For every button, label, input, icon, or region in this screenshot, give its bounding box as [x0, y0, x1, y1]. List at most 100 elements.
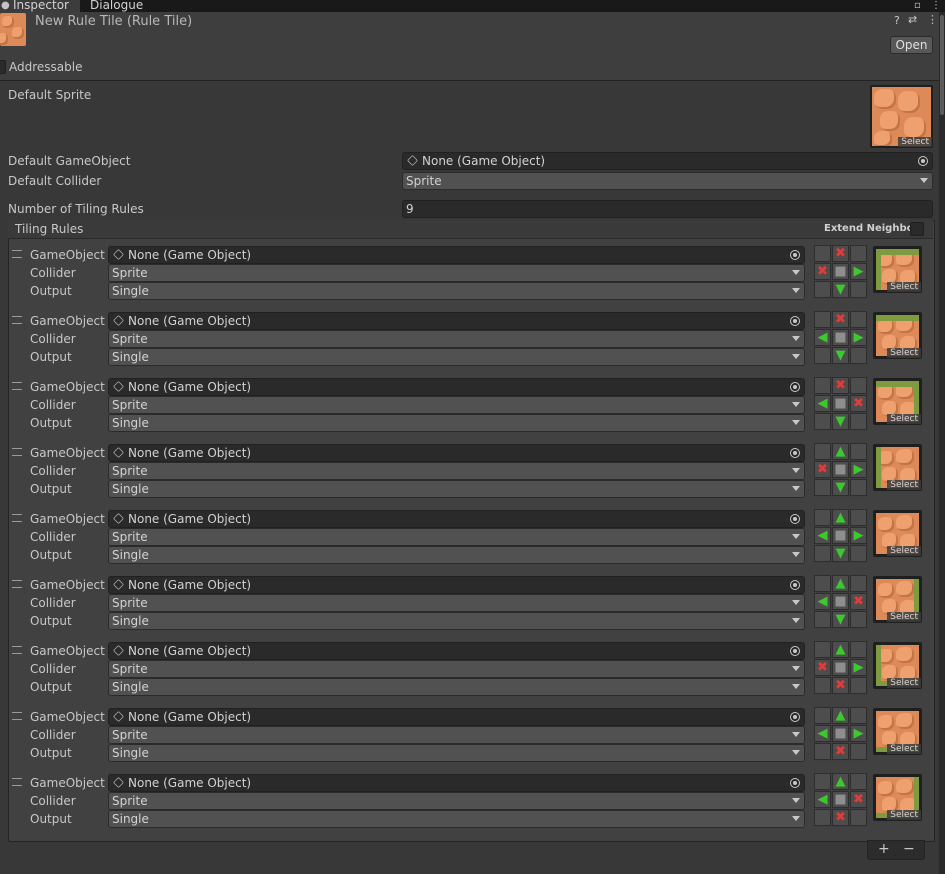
object-picker-icon[interactable]: [790, 712, 800, 722]
rule-sprite-select[interactable]: Select: [887, 810, 921, 820]
rule-gameobject-field[interactable]: None (Game Object): [108, 708, 805, 726]
rule-sprite-field[interactable]: Select: [873, 576, 922, 623]
neighbor-cell-empty[interactable]: [850, 479, 867, 496]
rule-sprite-field[interactable]: Select: [873, 708, 922, 755]
remove-rule-button[interactable]: −: [903, 841, 915, 857]
not-this-icon[interactable]: ✖: [814, 659, 831, 676]
rule-output-dropdown[interactable]: Single: [108, 810, 805, 828]
neighbor-cell-empty[interactable]: [814, 641, 831, 658]
not-this-icon[interactable]: ✖: [832, 677, 849, 694]
object-picker-icon[interactable]: [790, 514, 800, 524]
neighbor-cell-empty[interactable]: [850, 311, 867, 328]
object-picker-icon[interactable]: [790, 646, 800, 656]
rule-output-dropdown[interactable]: Single: [108, 612, 805, 630]
arrow-up-icon[interactable]: ▲: [832, 443, 849, 460]
rule-neighbor-grid[interactable]: ✖ ◀ ■ ▶ ▼: [814, 311, 868, 365]
object-picker-icon[interactable]: [790, 448, 800, 458]
rule-output-dropdown[interactable]: Single: [108, 678, 805, 696]
neighbor-cell-empty[interactable]: [814, 545, 831, 562]
default-gameobject-field[interactable]: None (Game Object): [402, 152, 933, 170]
neighbor-cell-empty[interactable]: [850, 611, 867, 628]
rule-sprite-field[interactable]: Select: [873, 246, 922, 293]
rule-neighbor-grid[interactable]: ▲ ✖ ■ ▶ ▼: [814, 443, 868, 497]
neighbor-cell-empty[interactable]: [850, 443, 867, 460]
neighbor-cell-empty[interactable]: [850, 809, 867, 826]
rule-sprite-select[interactable]: Select: [887, 612, 921, 622]
rule-drag-handle[interactable]: [12, 778, 22, 786]
neighbor-cell-empty[interactable]: [850, 545, 867, 562]
open-button[interactable]: Open: [890, 36, 933, 54]
arrow-right-icon[interactable]: ▶: [850, 725, 867, 742]
neighbor-cell-empty[interactable]: [814, 479, 831, 496]
arrow-up-icon[interactable]: ▲: [832, 707, 849, 724]
rule-gameobject-field[interactable]: None (Game Object): [108, 576, 805, 594]
rule-gameobject-field[interactable]: None (Game Object): [108, 378, 805, 396]
add-rule-button[interactable]: +: [878, 841, 890, 857]
neighbor-cell-empty[interactable]: [850, 377, 867, 394]
arrow-left-icon[interactable]: ◀: [814, 791, 831, 808]
neighbor-cell-empty[interactable]: [814, 281, 831, 298]
rule-sprite-select[interactable]: Select: [887, 678, 921, 688]
arrow-down-icon[interactable]: ▼: [832, 281, 849, 298]
rule-drag-handle[interactable]: [12, 316, 22, 324]
arrow-right-icon[interactable]: ▶: [850, 527, 867, 544]
not-this-icon[interactable]: ✖: [814, 461, 831, 478]
default-collider-dropdown[interactable]: Sprite: [402, 172, 933, 190]
neighbor-cell-empty[interactable]: [814, 509, 831, 526]
neighbor-cell-empty[interactable]: [814, 743, 831, 760]
arrow-down-icon[interactable]: ▼: [832, 347, 849, 364]
rule-output-dropdown[interactable]: Single: [108, 282, 805, 300]
rule-neighbor-grid[interactable]: ▲ ✖ ■ ▶ ✖: [814, 641, 868, 695]
rule-gameobject-field[interactable]: None (Game Object): [108, 642, 805, 660]
arrow-up-icon[interactable]: ▲: [832, 773, 849, 790]
rule-output-dropdown[interactable]: Single: [108, 480, 805, 498]
neighbor-cell-empty[interactable]: [814, 311, 831, 328]
rule-collider-dropdown[interactable]: Sprite: [108, 792, 805, 810]
neighbor-cell-empty[interactable]: [814, 677, 831, 694]
rule-neighbor-grid[interactable]: ✖ ◀ ■ ✖ ▼: [814, 377, 868, 431]
arrow-left-icon[interactable]: ◀: [814, 593, 831, 610]
presets-icon[interactable]: ⇄: [908, 13, 917, 26]
neighbor-cell-empty[interactable]: [814, 377, 831, 394]
rule-output-dropdown[interactable]: Single: [108, 348, 805, 366]
rule-neighbor-grid[interactable]: ▲ ◀ ■ ✖ ✖: [814, 773, 868, 827]
rule-sprite-field[interactable]: Select: [873, 378, 922, 425]
rule-sprite-select[interactable]: Select: [887, 414, 921, 424]
neighbor-cell-empty[interactable]: [850, 677, 867, 694]
arrow-left-icon[interactable]: ◀: [814, 395, 831, 412]
rule-drag-handle[interactable]: [12, 448, 22, 456]
object-picker-icon[interactable]: [790, 778, 800, 788]
neighbor-cell-empty[interactable]: [814, 575, 831, 592]
neighbor-cell-empty[interactable]: [850, 245, 867, 262]
tab-inspector[interactable]: ● Inspector: [0, 0, 80, 12]
neighbor-cell-empty[interactable]: [814, 347, 831, 364]
neighbor-cell-empty[interactable]: [814, 245, 831, 262]
rule-sprite-select[interactable]: Select: [887, 348, 921, 358]
rule-gameobject-field[interactable]: None (Game Object): [108, 510, 805, 528]
default-sprite-select[interactable]: Select: [898, 137, 932, 147]
rule-neighbor-grid[interactable]: ▲ ◀ ■ ▶ ✖: [814, 707, 868, 761]
rule-sprite-select[interactable]: Select: [887, 282, 921, 292]
rule-collider-dropdown[interactable]: Sprite: [108, 330, 805, 348]
rule-collider-dropdown[interactable]: Sprite: [108, 594, 805, 612]
arrow-down-icon[interactable]: ▼: [832, 611, 849, 628]
rule-sprite-field[interactable]: Select: [873, 444, 922, 491]
neighbor-cell-empty[interactable]: [814, 611, 831, 628]
rule-sprite-select[interactable]: Select: [887, 744, 921, 754]
object-picker-icon[interactable]: [790, 316, 800, 326]
neighbor-cell-empty[interactable]: [814, 809, 831, 826]
neighbor-cell-empty[interactable]: [814, 413, 831, 430]
rule-sprite-select[interactable]: Select: [887, 546, 921, 556]
neighbor-cell-empty[interactable]: [850, 413, 867, 430]
arrow-down-icon[interactable]: ▼: [832, 479, 849, 496]
rule-output-dropdown[interactable]: Single: [108, 744, 805, 762]
addressable-checkbox[interactable]: [0, 60, 6, 74]
object-picker-icon[interactable]: [918, 156, 928, 166]
rule-drag-handle[interactable]: [12, 514, 22, 522]
neighbor-cell-empty[interactable]: [850, 509, 867, 526]
rule-drag-handle[interactable]: [12, 250, 22, 258]
neighbor-cell-empty[interactable]: [850, 773, 867, 790]
neighbor-cell-empty[interactable]: [850, 707, 867, 724]
scrollbar-track[interactable]: [939, 12, 945, 874]
arrow-left-icon[interactable]: ◀: [814, 527, 831, 544]
